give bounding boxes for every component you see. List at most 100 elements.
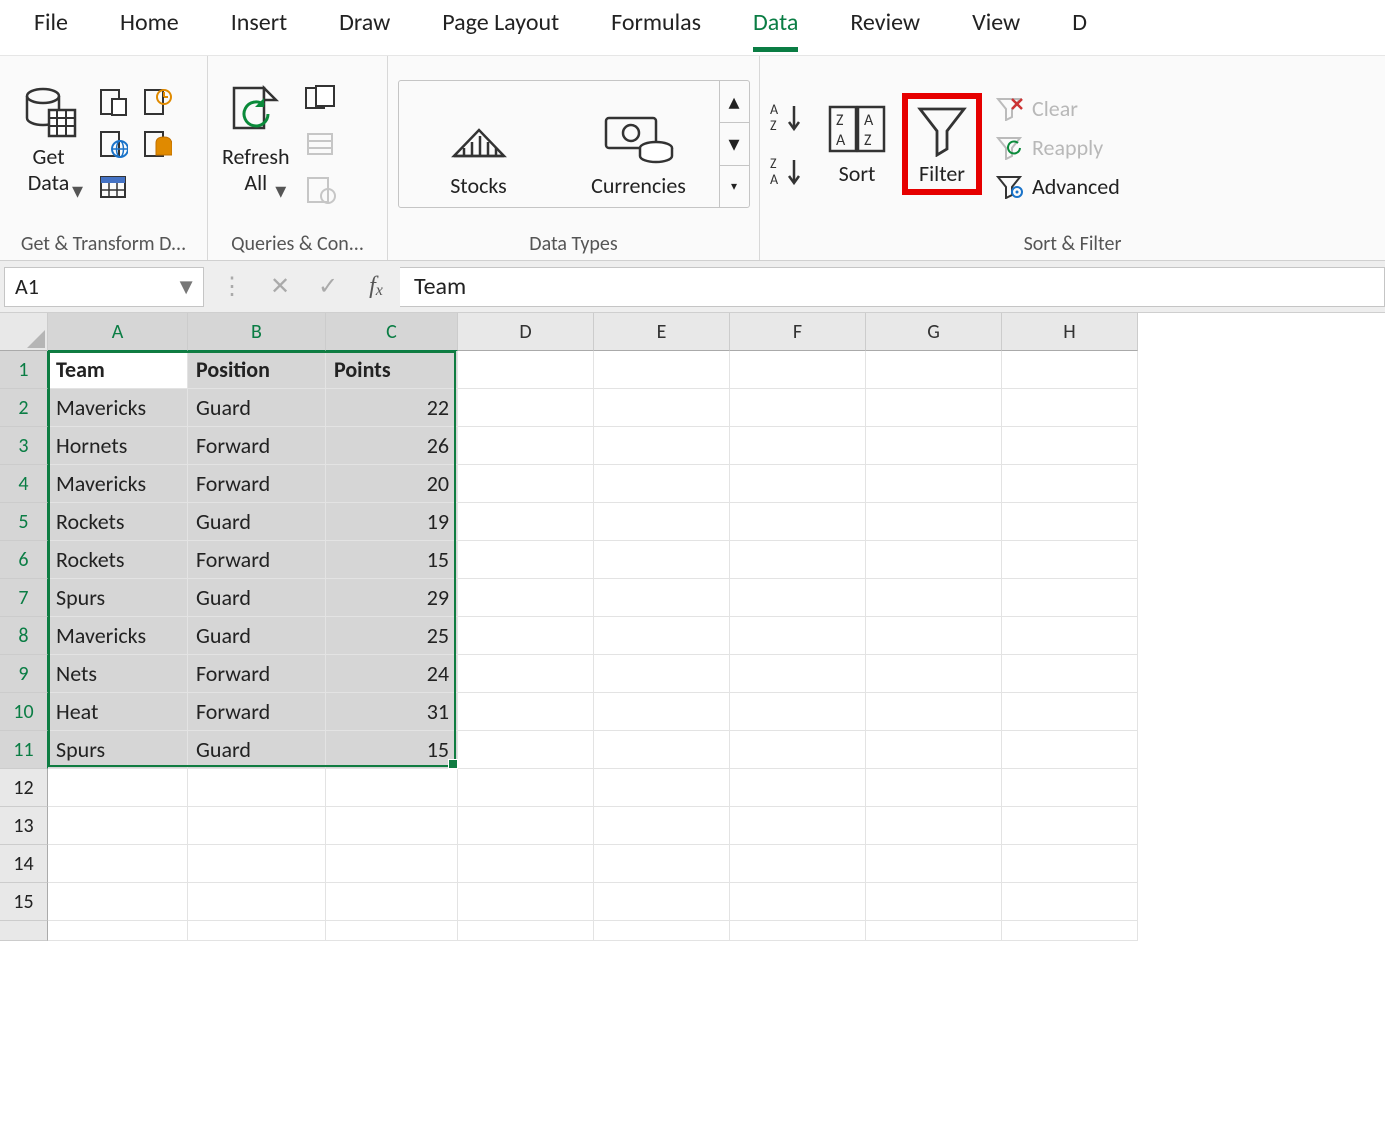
formula-vdots[interactable]: ⋮ (208, 267, 256, 307)
currencies-type[interactable]: Currencies (559, 81, 719, 207)
cell-E1[interactable] (594, 351, 730, 389)
col-header-B[interactable]: B (188, 313, 326, 351)
cell-G10[interactable] (866, 693, 1002, 731)
cell-A1[interactable]: Team (48, 351, 188, 389)
sort-asc-button[interactable]: AZ (768, 100, 806, 134)
cell-B16[interactable] (188, 921, 326, 941)
row-header-16[interactable] (0, 921, 48, 941)
name-box[interactable]: A1 ▼ (4, 267, 204, 307)
cell-F13[interactable] (730, 807, 866, 845)
cell-E12[interactable] (594, 769, 730, 807)
cell-C4[interactable]: 20 (326, 465, 458, 503)
insert-function-button[interactable]: fx (352, 267, 400, 307)
cell-C6[interactable]: 15 (326, 541, 458, 579)
reapply-button[interactable]: Reapply (994, 134, 1120, 161)
col-header-D[interactable]: D (458, 313, 594, 351)
cell-F14[interactable] (730, 845, 866, 883)
stocks-type[interactable]: Stocks (399, 81, 559, 207)
cell-E6[interactable] (594, 541, 730, 579)
col-header-G[interactable]: G (866, 313, 1002, 351)
filter-button[interactable]: Filter (902, 93, 982, 194)
gallery-down[interactable]: ▾ (720, 123, 749, 165)
enter-formula-button[interactable]: ✓ (304, 267, 352, 307)
cell-G8[interactable] (866, 617, 1002, 655)
cell-B1[interactable]: Position (188, 351, 326, 389)
cell-H4[interactable] (1002, 465, 1138, 503)
cell-B15[interactable] (188, 883, 326, 921)
row-header-9[interactable]: 9 (0, 655, 48, 693)
cell-H8[interactable] (1002, 617, 1138, 655)
from-web-icon[interactable] (95, 126, 131, 162)
spreadsheet-grid[interactable]: ABCDEFGH 1TeamPositionPoints2MavericksGu… (0, 313, 1385, 941)
cell-A12[interactable] (48, 769, 188, 807)
cell-E7[interactable] (594, 579, 730, 617)
row-header-10[interactable]: 10 (0, 693, 48, 731)
tab-page-layout[interactable]: Page Layout (442, 8, 559, 47)
cell-A5[interactable]: Rockets (48, 503, 188, 541)
cell-A16[interactable] (48, 921, 188, 941)
cell-D9[interactable] (458, 655, 594, 693)
cell-C8[interactable]: 25 (326, 617, 458, 655)
cell-F3[interactable] (730, 427, 866, 465)
from-table-icon[interactable] (95, 168, 131, 204)
cell-C7[interactable]: 29 (326, 579, 458, 617)
cell-H10[interactable] (1002, 693, 1138, 731)
tab-d[interactable]: D (1072, 8, 1087, 47)
cell-H14[interactable] (1002, 845, 1138, 883)
cell-B14[interactable] (188, 845, 326, 883)
tab-insert[interactable]: Insert (231, 8, 287, 47)
cell-C15[interactable] (326, 883, 458, 921)
cell-F5[interactable] (730, 503, 866, 541)
gallery-up[interactable]: ▴ (720, 81, 749, 123)
cell-F8[interactable] (730, 617, 866, 655)
cell-C10[interactable]: 31 (326, 693, 458, 731)
cell-F16[interactable] (730, 921, 866, 941)
cell-A7[interactable]: Spurs (48, 579, 188, 617)
sort-desc-button[interactable]: ZA (768, 154, 806, 188)
row-header-11[interactable]: 11 (0, 731, 48, 769)
cell-A13[interactable] (48, 807, 188, 845)
cell-D13[interactable] (458, 807, 594, 845)
tab-home[interactable]: Home (120, 8, 179, 47)
cell-G15[interactable] (866, 883, 1002, 921)
cell-E5[interactable] (594, 503, 730, 541)
cell-D7[interactable] (458, 579, 594, 617)
clear-button[interactable]: Clear (994, 95, 1120, 122)
cell-C13[interactable] (326, 807, 458, 845)
tab-data[interactable]: Data (753, 8, 798, 52)
cell-F11[interactable] (730, 731, 866, 769)
cell-G1[interactable] (866, 351, 1002, 389)
cell-B3[interactable]: Forward (188, 427, 326, 465)
cell-B8[interactable]: Guard (188, 617, 326, 655)
cell-G3[interactable] (866, 427, 1002, 465)
sort-button[interactable]: ZA AZ Sort (818, 99, 896, 188)
cell-B12[interactable] (188, 769, 326, 807)
cell-C5[interactable]: 19 (326, 503, 458, 541)
cell-G9[interactable] (866, 655, 1002, 693)
cell-G7[interactable] (866, 579, 1002, 617)
recent-sources-icon[interactable] (139, 84, 175, 120)
row-header-5[interactable]: 5 (0, 503, 48, 541)
cell-H2[interactable] (1002, 389, 1138, 427)
cell-F9[interactable] (730, 655, 866, 693)
cell-G13[interactable] (866, 807, 1002, 845)
cell-G4[interactable] (866, 465, 1002, 503)
cell-H6[interactable] (1002, 541, 1138, 579)
formula-input[interactable]: Team (400, 267, 1385, 307)
cell-D1[interactable] (458, 351, 594, 389)
cell-D4[interactable] (458, 465, 594, 503)
cell-E14[interactable] (594, 845, 730, 883)
cell-B5[interactable]: Guard (188, 503, 326, 541)
row-header-12[interactable]: 12 (0, 769, 48, 807)
chevron-down-icon[interactable]: ▼ (175, 273, 197, 300)
tab-view[interactable]: View (972, 8, 1020, 47)
row-header-14[interactable]: 14 (0, 845, 48, 883)
cell-A10[interactable]: Heat (48, 693, 188, 731)
tab-file[interactable]: File (34, 8, 68, 47)
advanced-button[interactable]: Advanced (994, 173, 1120, 200)
row-header-6[interactable]: 6 (0, 541, 48, 579)
gallery-more[interactable]: ▾ (720, 166, 749, 207)
cell-F10[interactable] (730, 693, 866, 731)
cell-F7[interactable] (730, 579, 866, 617)
cell-G16[interactable] (866, 921, 1002, 941)
